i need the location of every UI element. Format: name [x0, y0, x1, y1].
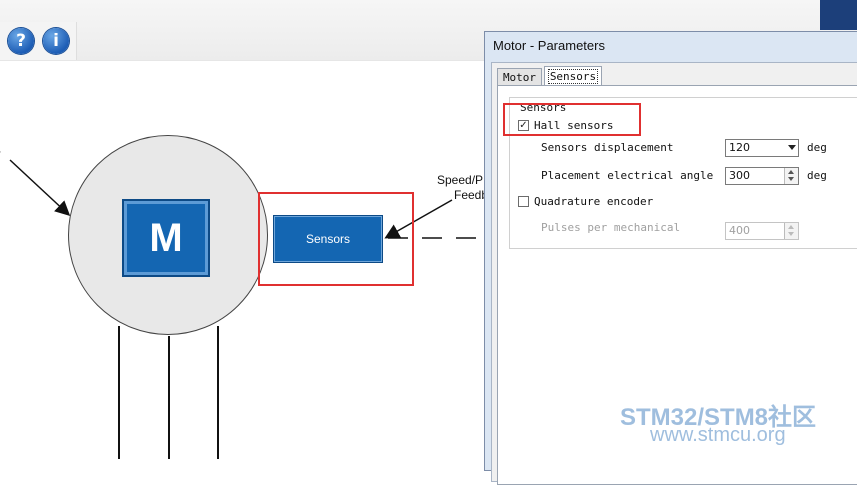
spin-down-icon: [788, 232, 794, 236]
phase-wire-c: [217, 326, 219, 459]
watermark-url: www.stmcu.org: [650, 424, 786, 446]
phase-wire-b: [168, 336, 170, 459]
motor-arrow: [9, 159, 71, 217]
sensors-displacement-value: 120: [729, 141, 750, 154]
sensors-displacement-unit: deg: [807, 141, 827, 154]
highlight-frame-sensors: [258, 192, 414, 286]
phase-wire-a: [118, 326, 120, 459]
feedback-label: Feedb: [454, 188, 489, 202]
quadrature-encoder-checkbox[interactable]: [518, 196, 529, 207]
tab-motor[interactable]: Motor: [497, 68, 542, 85]
placement-electrical-angle-spinbox[interactable]: 300: [725, 167, 799, 185]
sensors-displacement-label: Sensors displacement: [541, 141, 674, 154]
highlight-frame-hall-sensors: [503, 103, 641, 136]
placement-electrical-angle-value: 300: [729, 169, 750, 182]
spin-up-icon[interactable]: [788, 170, 794, 174]
placement-electrical-angle-label: Placement electrical angle: [541, 169, 714, 182]
spin-up-icon: [788, 225, 794, 229]
sensors-displacement-select[interactable]: 120: [725, 139, 799, 157]
quadrature-encoder-label[interactable]: Quadrature encoder: [534, 195, 653, 208]
spin-buttons-disabled: [784, 223, 798, 239]
pulses-per-mechanical-value: 400: [729, 224, 750, 237]
placement-electrical-angle-unit: deg: [807, 169, 827, 182]
speed-label: Speed/P: [437, 173, 484, 187]
pulses-per-mechanical-label: Pulses per mechanical: [541, 221, 681, 234]
dialog-title: Motor - Parameters: [493, 38, 605, 53]
chevron-down-icon[interactable]: [788, 145, 796, 150]
tab-sensors[interactable]: Sensors: [544, 66, 602, 85]
spin-down-icon[interactable]: [788, 177, 794, 181]
spin-buttons[interactable]: [784, 168, 798, 184]
pulses-per-mechanical-spinbox[interactable]: 400: [725, 222, 799, 240]
motor-block[interactable]: M: [122, 199, 210, 277]
